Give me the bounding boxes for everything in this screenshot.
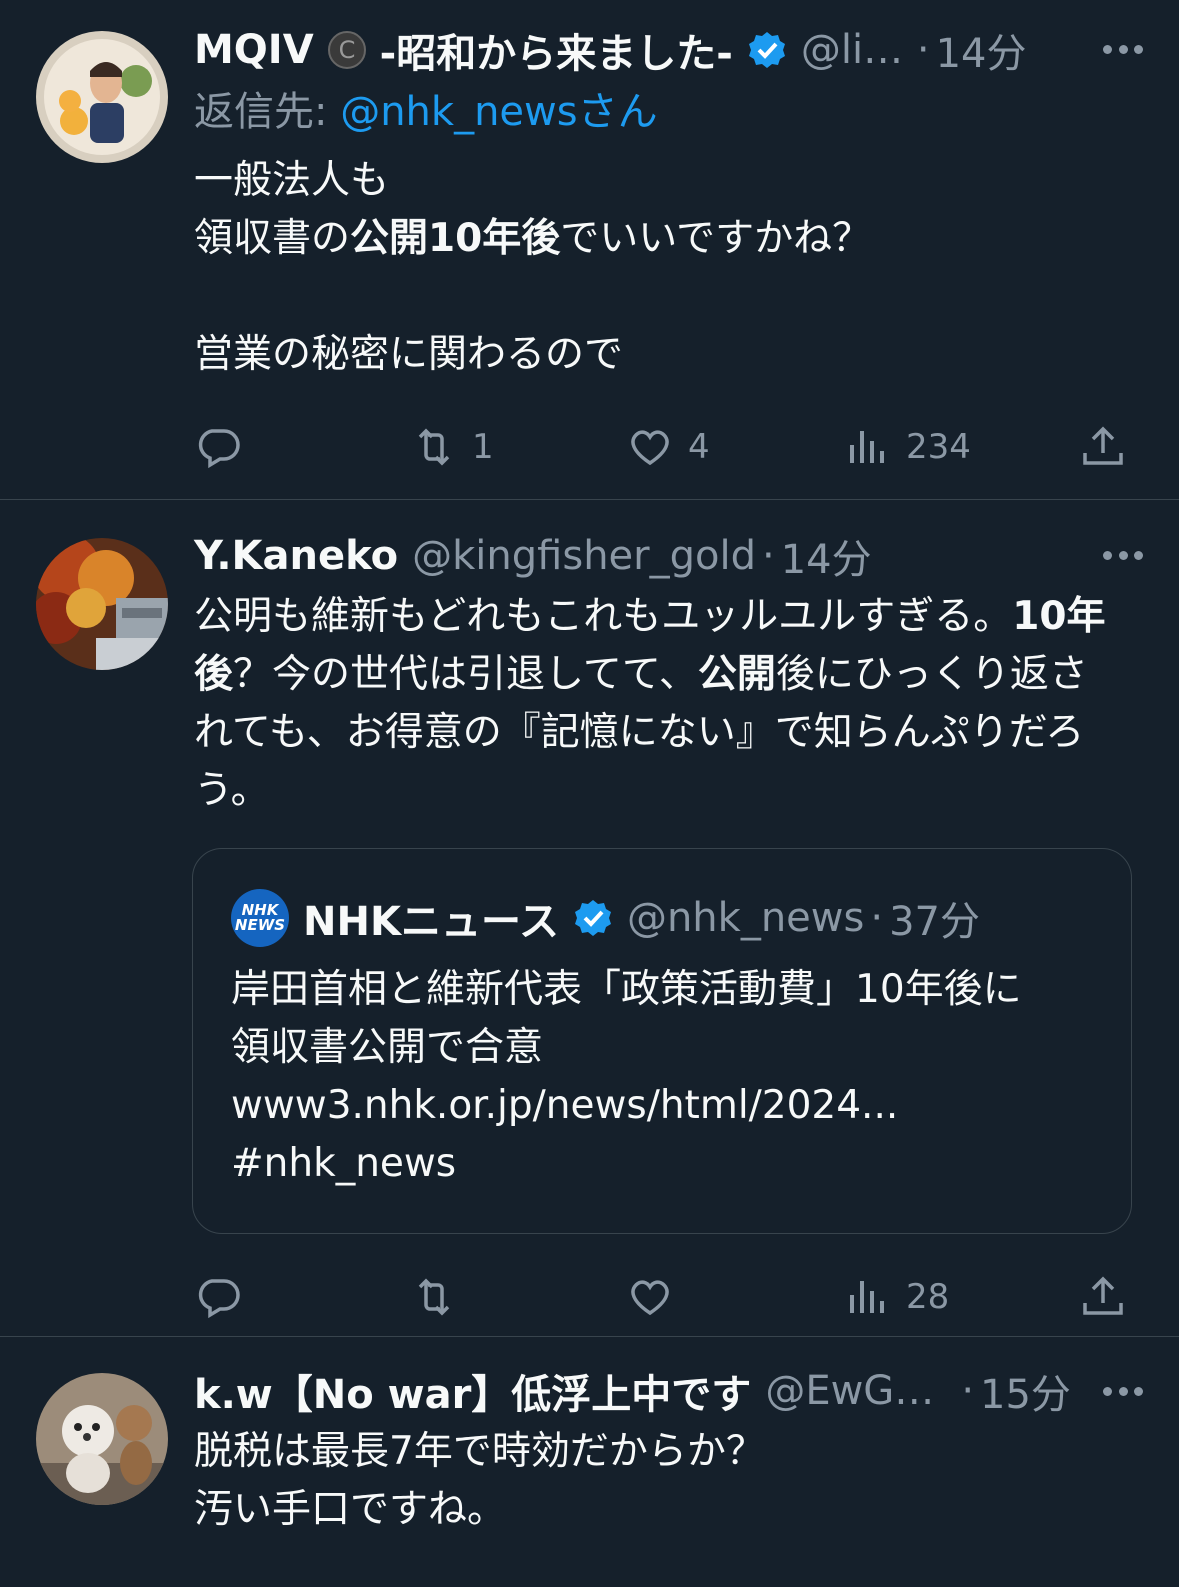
verified-badge-icon	[747, 30, 787, 70]
avatar[interactable]	[36, 1373, 168, 1505]
copyright-icon: C	[326, 29, 368, 71]
share-icon	[1083, 1276, 1123, 1315]
timestamp[interactable]: 14分	[781, 527, 872, 585]
more-icon[interactable]	[1103, 548, 1143, 562]
quoted-handle: @nhk_news	[626, 895, 865, 941]
user-handle[interactable]: @lil...	[801, 27, 911, 73]
display-name[interactable]: MQIV	[194, 27, 314, 73]
separator-dot: ·	[961, 1368, 975, 1414]
quoted-avatar: NHK NEWS	[231, 889, 289, 947]
display-name[interactable]: Y.Kaneko	[194, 533, 398, 579]
like-count: 4	[688, 427, 710, 467]
tweet-text: 公明も維新もどれもこれもユッルユルすぎる。10年後？今の世代は引退してて、公開後…	[194, 588, 1124, 820]
quoted-avatar-line: NEWS	[234, 916, 286, 934]
text-bold: 公開	[697, 652, 776, 697]
text-segment: 公明も維新もどれもこれもユッルユルすぎる。	[194, 594, 1013, 639]
user-handle[interactable]: @kingfisher_gold	[412, 533, 756, 579]
views-icon	[850, 1281, 884, 1313]
views-icon	[850, 431, 884, 463]
tweet-text: 脱税は最長7年で時効だからか？ 汚い手口ですね。	[194, 1429, 765, 1532]
more-icon[interactable]	[1103, 42, 1143, 56]
text-line: 一般法人も	[194, 158, 390, 203]
retweet-icon	[418, 1278, 450, 1316]
text-line: でいいですかね？	[560, 216, 872, 261]
tweet-text: 一般法人も 領収書の公開10年後でいいですかね？ 営業の秘密に関わるので	[194, 152, 1143, 384]
reply-icon	[198, 1279, 240, 1319]
text-segment: ？今の世代は引退してて、	[233, 652, 698, 697]
svg-text:C: C	[338, 36, 355, 64]
tweet[interactable]: MQIV C -昭和から来ました- @lil... · 14分 返信先: @nh…	[0, 0, 1179, 500]
separator-dot: ·	[870, 895, 884, 941]
text-bold: 公開10年後	[350, 216, 561, 261]
timestamp[interactable]: 15分	[980, 1362, 1071, 1420]
reply-suffix: さん	[577, 89, 658, 135]
reply-context: 返信先: @nhk_newsさん	[194, 82, 1143, 142]
action-bar: 1 4 234	[194, 402, 1143, 492]
separator-dot: ·	[916, 27, 930, 73]
quoted-tweet[interactable]: NHK NEWS NHKニュース @nhk_news · 37分 岸田首相と維新…	[192, 848, 1132, 1234]
avatar[interactable]	[36, 31, 168, 163]
share-button[interactable]	[1079, 423, 1127, 471]
quoted-text: 岸田首相と維新代表「政策活動費」10年後に 領収書公開で合意 www3.nhk.…	[231, 967, 1022, 1186]
tweet-header: k.w【No war】低浮上中です @EwGk... · 15分	[194, 1359, 1143, 1423]
share-icon	[1083, 426, 1123, 465]
timestamp[interactable]: 14分	[936, 21, 1027, 79]
like-icon	[631, 430, 669, 466]
share-button[interactable]	[1079, 1273, 1127, 1321]
views-count: 28	[906, 1277, 950, 1317]
like-button[interactable]	[626, 1273, 674, 1321]
reply-label: 返信先:	[194, 89, 328, 135]
views-button[interactable]: 234	[844, 423, 971, 471]
separator-dot: ·	[761, 533, 775, 579]
action-bar: 28	[194, 1252, 1143, 1342]
retweet-count: 1	[472, 427, 494, 467]
reply-button[interactable]	[194, 423, 242, 471]
quoted-display-name: NHKニュース	[303, 899, 559, 945]
reply-button[interactable]	[194, 1273, 242, 1321]
more-icon[interactable]	[1103, 1384, 1143, 1398]
text-line: 営業の秘密に関わるので	[194, 332, 624, 377]
text-line: 領収書の	[194, 216, 351, 261]
verified-badge-icon	[573, 898, 613, 938]
views-button[interactable]: 28	[844, 1273, 949, 1321]
tweet[interactable]: k.w【No war】低浮上中です @EwGk... · 15分 脱税は最長7年…	[0, 1337, 1179, 1587]
tweet-header: MQIV C -昭和から来ました- @lil... · 14分	[194, 18, 1143, 82]
display-name-suffix[interactable]: -昭和から来ました-	[380, 21, 733, 79]
tweet-header: Y.Kaneko @kingfisher_gold · 14分	[194, 524, 1143, 588]
display-name[interactable]: k.w【No war】低浮上中です	[194, 1362, 751, 1420]
user-handle[interactable]: @EwGk...	[765, 1368, 955, 1414]
tweet[interactable]: Y.Kaneko @kingfisher_gold · 14分 公明も維新もどれ…	[0, 500, 1179, 1337]
quoted-timestamp: 37分	[889, 899, 980, 945]
quoted-tweet-header: NHK NEWS NHKニュース @nhk_news · 37分	[231, 883, 1093, 953]
like-button[interactable]: 4	[626, 423, 710, 471]
retweet-button[interactable]: 1	[410, 423, 494, 471]
avatar[interactable]	[36, 538, 168, 670]
reply-handle-link[interactable]: @nhk_news	[340, 89, 577, 135]
like-icon	[631, 1280, 669, 1316]
retweet-button[interactable]	[410, 1273, 458, 1321]
reply-icon	[198, 429, 240, 469]
retweet-icon	[418, 428, 450, 466]
views-count: 234	[906, 427, 971, 467]
